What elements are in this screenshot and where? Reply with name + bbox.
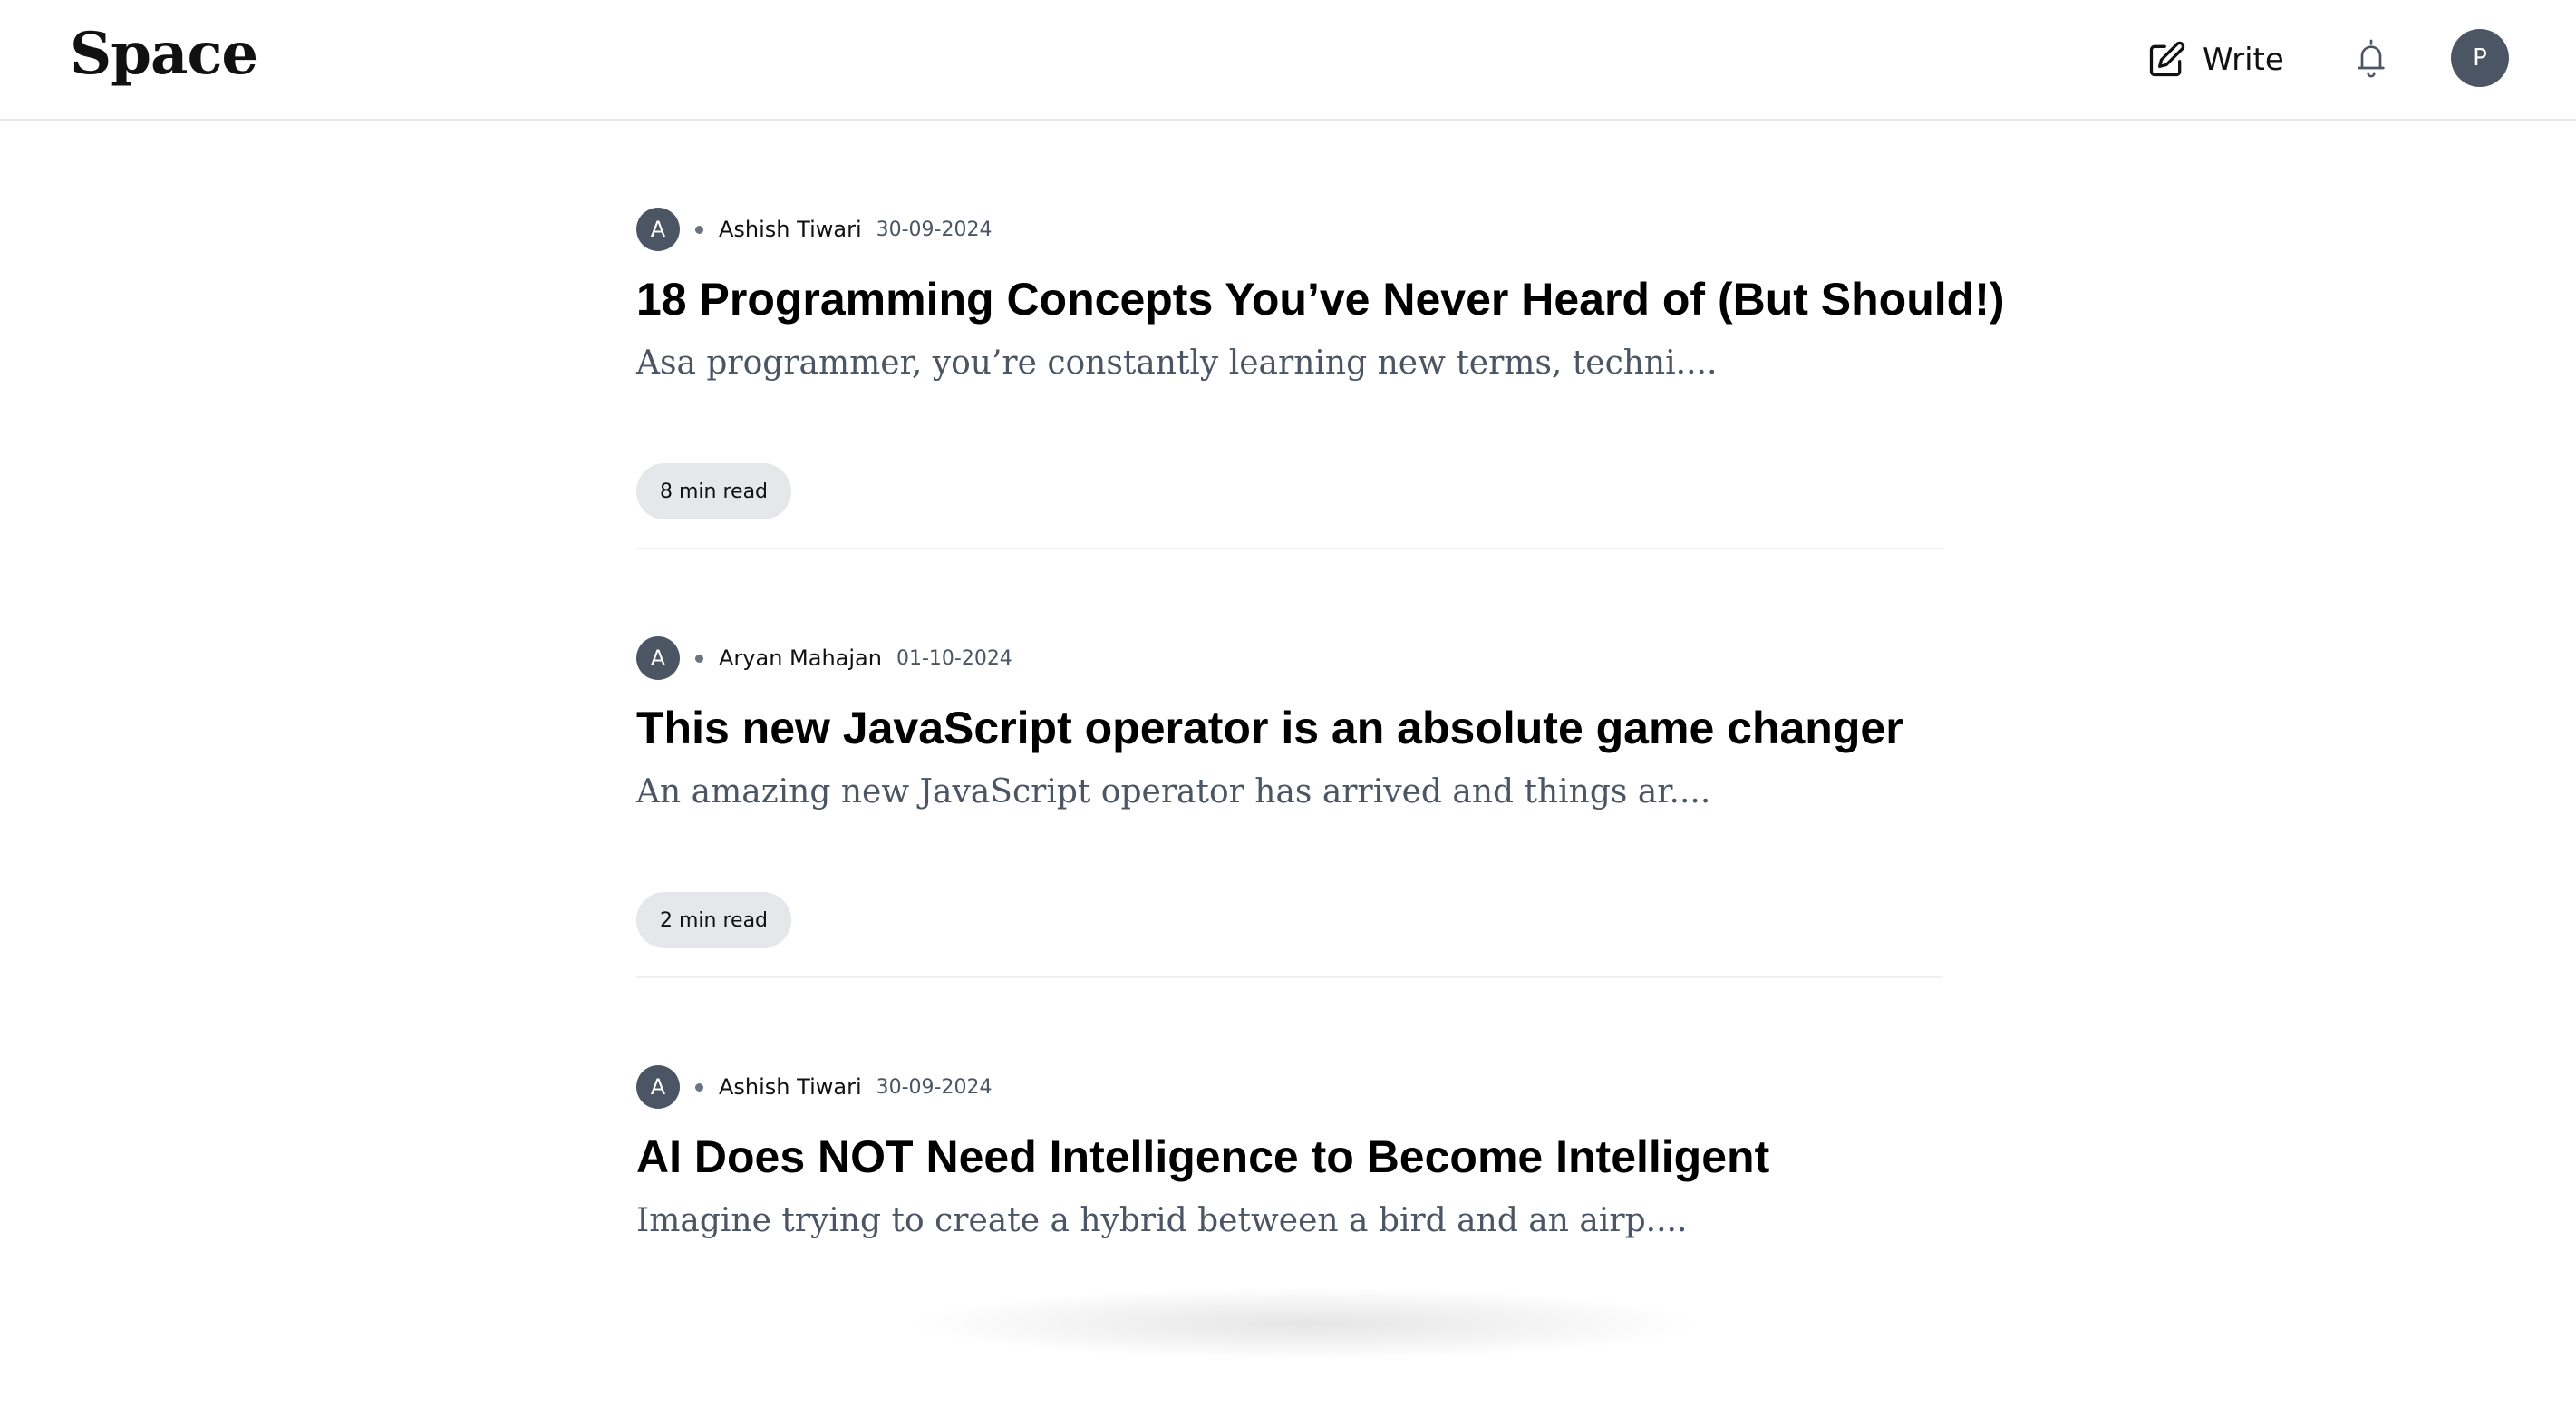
read-time-badge: 8 min read (636, 463, 792, 519)
article-meta: A Ashish Tiwari 30-09-2024 (636, 208, 992, 251)
author-name: Ashish Tiwari (719, 217, 862, 242)
separator-dot (695, 225, 703, 234)
read-time-badge: 2 min read (636, 892, 792, 948)
pencil-square-icon (2146, 40, 2186, 80)
author-name: Aryan Mahajan (719, 645, 882, 671)
article-feed: A Ashish Tiwari 30-09-2024 18 Programmin… (636, 121, 2005, 1407)
author-avatar: A (636, 208, 680, 251)
article-excerpt: Asa programmer, you’re constantly learni… (636, 344, 1718, 382)
write-button-label: Write (2203, 42, 2284, 78)
author-avatar: A (636, 636, 680, 680)
article-title[interactable]: AI Does NOT Need Intelligence to Become … (636, 1123, 1769, 1190)
article-title[interactable]: 18 Programming Concepts You’ve Never Hea… (636, 266, 2005, 333)
separator-dot (695, 1082, 703, 1092)
article-card[interactable]: A Aryan Mahajan 01-10-2024 This new Java… (636, 549, 1943, 978)
article-meta: A Aryan Mahajan 01-10-2024 (636, 636, 1012, 680)
article-card[interactable]: A Ashish Tiwari 30-09-2024 AI Does NOT N… (636, 978, 1943, 1407)
write-button[interactable]: Write (2146, 34, 2284, 85)
article-title[interactable]: This new JavaScript operator is an absol… (636, 694, 1903, 762)
separator-dot (695, 654, 703, 663)
site-logo[interactable]: Space (70, 20, 258, 88)
top-navbar: Space Write P (0, 0, 2576, 121)
profile-avatar[interactable]: P (2451, 29, 2509, 87)
article-card[interactable]: A Ashish Tiwari 30-09-2024 18 Programmin… (636, 121, 2005, 549)
article-excerpt: Imagine trying to create a hybrid betwee… (636, 1202, 1688, 1239)
author-name: Ashish Tiwari (719, 1074, 862, 1100)
publish-date: 30-09-2024 (876, 218, 993, 241)
publish-date: 01-10-2024 (896, 646, 1012, 670)
bell-icon[interactable] (2353, 36, 2389, 82)
article-excerpt: An amazing new JavaScript operator has a… (636, 773, 1711, 810)
article-meta: A Ashish Tiwari 30-09-2024 (636, 1065, 992, 1109)
publish-date: 30-09-2024 (876, 1075, 993, 1099)
author-avatar: A (636, 1065, 680, 1109)
